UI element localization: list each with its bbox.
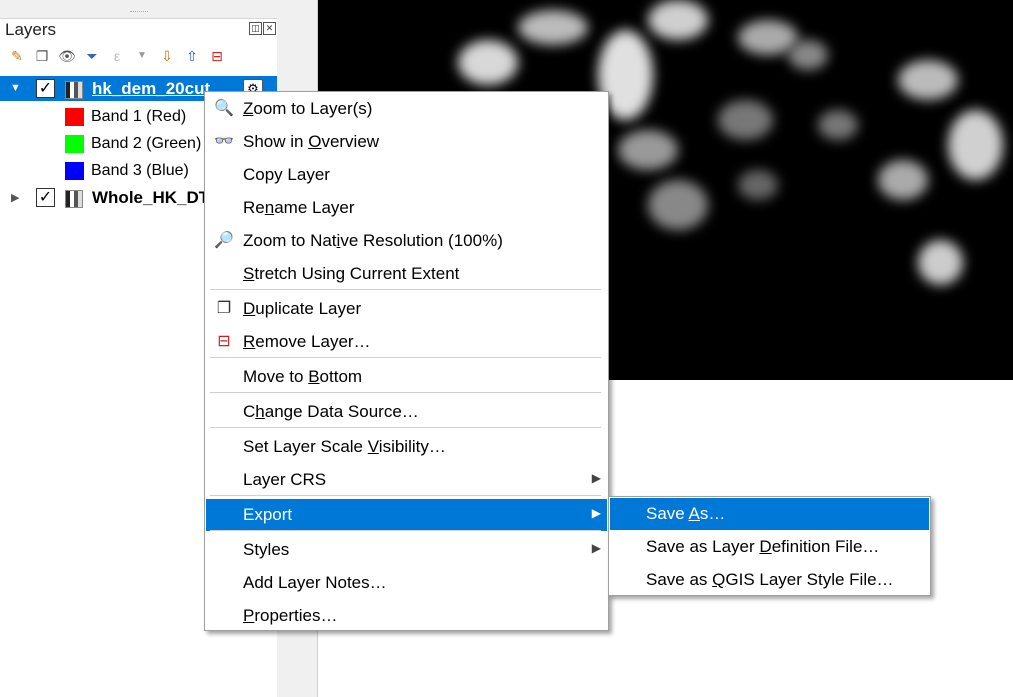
submenu-arrow-icon: ▶ (591, 541, 601, 555)
filter-legend-icon[interactable]: ⏷ (83, 47, 101, 65)
expand-arrow-icon[interactable]: ▶ (11, 191, 19, 204)
layer-name: Whole_HK_DT (92, 188, 210, 207)
submenu-arrow-icon: ▶ (591, 506, 601, 520)
manage-visibility-icon[interactable]: 👁 (58, 47, 76, 65)
menu-duplicate-layer[interactable]: ❐ Duplicate Layer (206, 293, 607, 325)
raster-layer-icon (65, 81, 83, 99)
menu-scale-visibility[interactable]: Set Layer Scale Visibility… (206, 431, 607, 463)
menu-stretch-extent[interactable]: Stretch Using Current Extent (206, 258, 607, 290)
open-layer-styling-icon[interactable]: ✎ (8, 47, 26, 65)
band-color-swatch (65, 135, 84, 153)
band-label: Band 3 (Blue) (91, 162, 189, 179)
menu-change-data-source[interactable]: Change Data Source… (206, 396, 607, 428)
raster-layer-icon (65, 190, 83, 208)
band-label: Band 2 (Green) (91, 135, 202, 152)
zoom-native-icon: 🔎 (214, 232, 234, 249)
menu-separator (210, 357, 601, 358)
menu-add-layer-notes[interactable]: Add Layer Notes… (206, 567, 607, 599)
layer-visibility-checkbox[interactable]: ✓ (36, 188, 55, 207)
menu-move-to-bottom[interactable]: Move to Bottom (206, 361, 607, 393)
menu-show-in-overview[interactable]: 👓 Show in Overview (206, 126, 607, 158)
band-label: Band 1 (Red) (91, 108, 187, 125)
menu-remove-layer[interactable]: ⊟ Remove Layer… (206, 326, 607, 358)
dock-top-handle[interactable] (0, 0, 277, 19)
zoom-to-layer-icon: 🔍 (214, 100, 234, 117)
submenu-arrow-icon: ▶ (591, 471, 601, 485)
menu-export[interactable]: Export ▶ (206, 499, 607, 531)
menu-save-as[interactable]: Save As… (610, 498, 929, 530)
layer-context-menu: 🔍 Zoom to Layer(s) 👓 Show in Overview Co… (204, 91, 609, 631)
menu-rename-layer[interactable]: Rename Layer (206, 192, 607, 224)
float-panel-icon[interactable]: ◫ (249, 22, 262, 35)
menu-separator (210, 289, 601, 290)
menu-copy-layer[interactable]: Copy Layer (206, 159, 607, 191)
menu-separator (210, 530, 601, 531)
remove-layer-icon[interactable]: ⊟ (208, 47, 226, 65)
band-color-swatch (65, 162, 84, 180)
layer-name: hk_dem_20cut (92, 79, 211, 98)
menu-zoom-to-layer[interactable]: 🔍 Zoom to Layer(s) (206, 93, 607, 125)
menu-zoom-native-resolution[interactable]: 🔎 Zoom to Native Resolution (100%) (206, 225, 607, 257)
expand-all-icon[interactable]: ⇩ (158, 47, 176, 65)
duplicate-layer-icon: ❐ (216, 300, 232, 317)
close-panel-icon[interactable]: ✕ (263, 22, 276, 35)
remove-layer-icon: ⊟ (217, 333, 231, 350)
menu-save-qgis-style[interactable]: Save as QGIS Layer Style File… (610, 564, 929, 596)
menu-styles[interactable]: Styles ▶ (206, 534, 607, 566)
dropdown-icon[interactable]: ▼ (133, 47, 151, 65)
menu-layer-crs[interactable]: Layer CRS ▶ (206, 464, 607, 496)
band-color-swatch (65, 108, 84, 126)
filter-expression-icon[interactable]: ε (108, 47, 126, 65)
layers-toolbar: ✎ ❐ 👁 ⏷ ε ▼ ⇩ ⇧ ⊟ (8, 45, 226, 67)
collapse-arrow-icon[interactable]: ▼ (10, 82, 21, 94)
layer-visibility-checkbox[interactable]: ✓ (36, 79, 55, 98)
collapse-all-icon[interactable]: ⇧ (183, 47, 201, 65)
add-group-icon[interactable]: ❐ (33, 47, 51, 65)
panel-title: Layers (5, 20, 57, 39)
menu-save-layer-definition[interactable]: Save as Layer Definition File… (610, 531, 929, 563)
show-in-overview-icon: 👓 (214, 133, 234, 150)
menu-separator (210, 495, 601, 496)
export-submenu: Save As… Save as Layer Definition File… … (608, 496, 931, 596)
menu-properties[interactable]: Properties… (206, 600, 607, 632)
menu-separator (210, 427, 601, 428)
menu-separator (210, 392, 601, 393)
